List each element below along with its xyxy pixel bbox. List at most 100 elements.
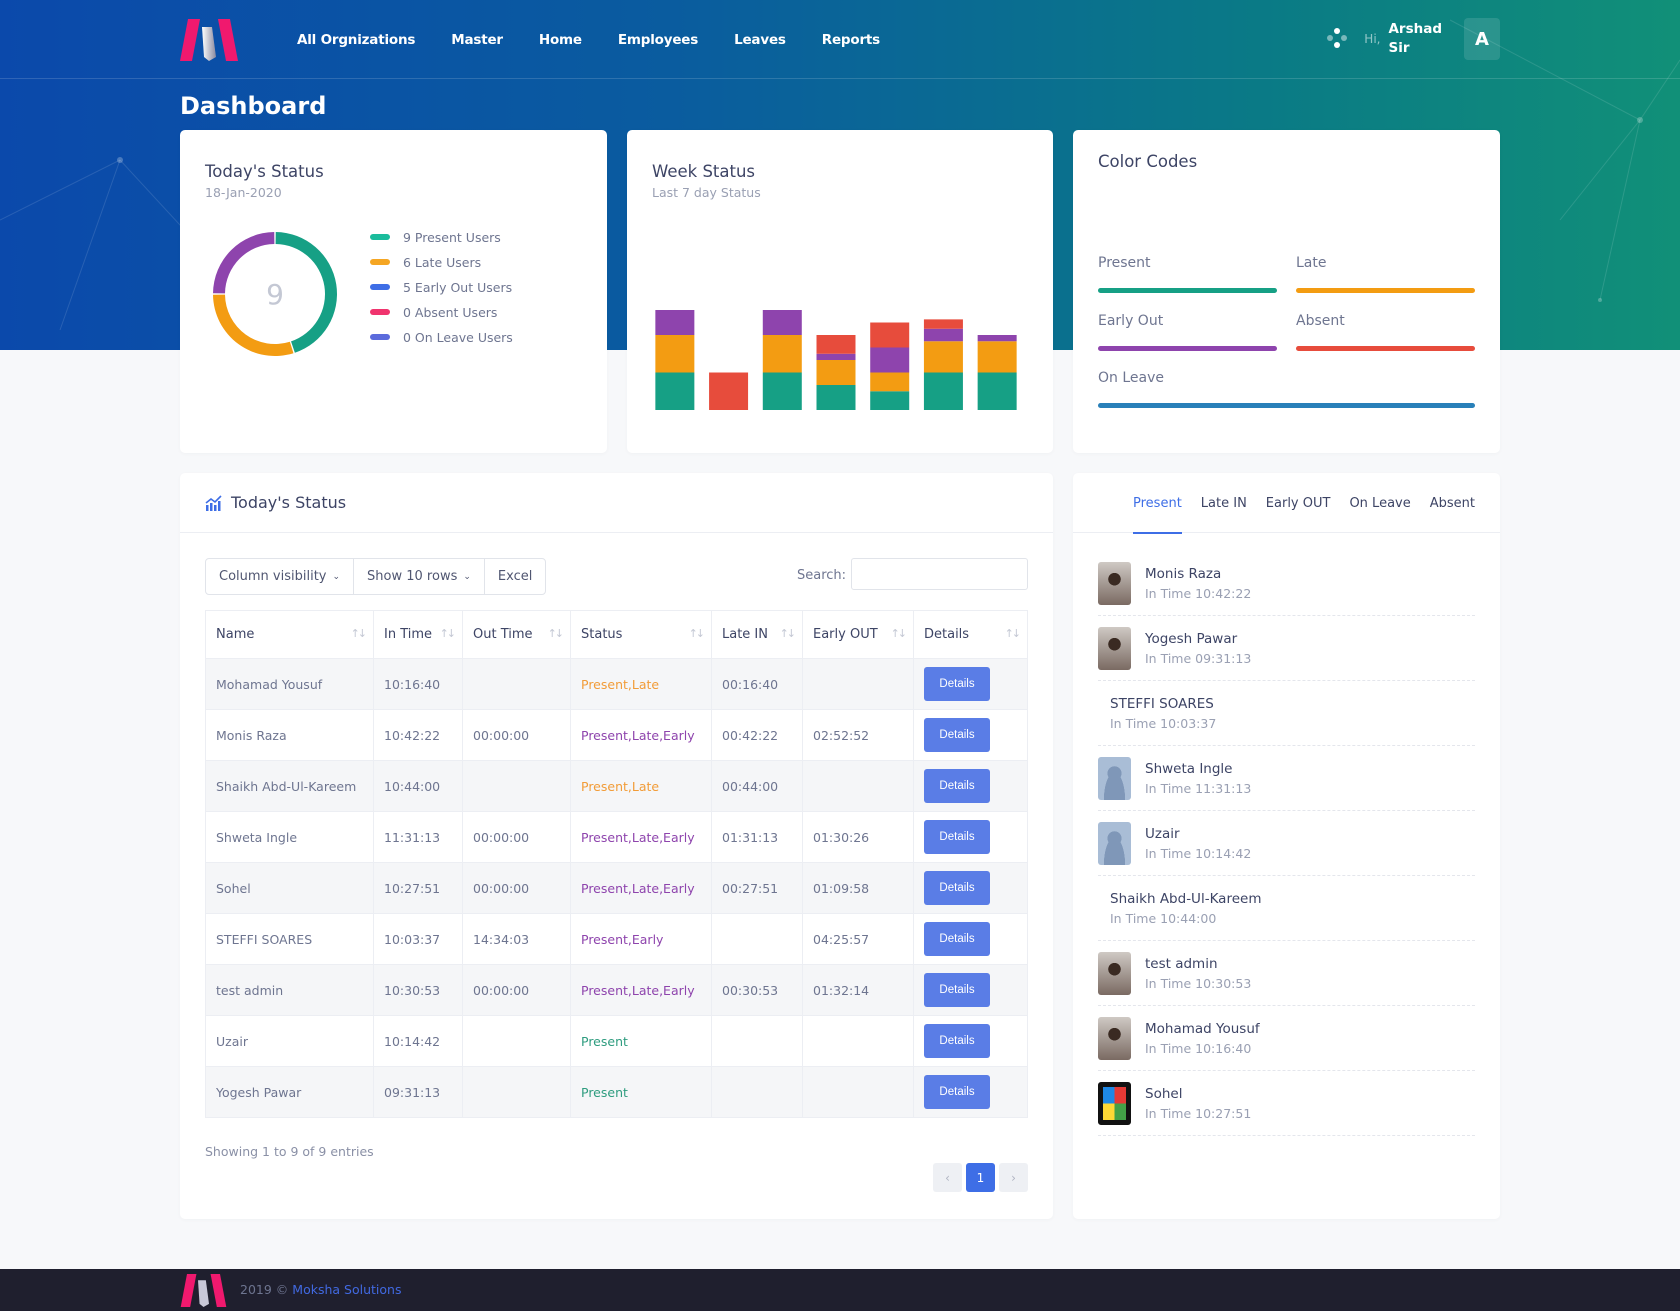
excel-export-button[interactable]: Excel — [485, 559, 545, 594]
list-item[interactable]: Sohel In Time 10:27:51 — [1098, 1071, 1475, 1136]
moksha-logo[interactable] — [180, 19, 238, 61]
person-name: Shaikh Abd-Ul-Kareem — [1110, 890, 1262, 907]
legend-item-absent: 0 Absent Users — [370, 302, 513, 322]
color-code-label-on-leave: On Leave — [1098, 370, 1164, 386]
column-header-out-time[interactable]: Out Time ↑↓ — [462, 610, 571, 659]
details-button[interactable]: Details — [924, 973, 990, 1007]
person-name: Monis Raza — [1145, 565, 1222, 582]
cell-early-out — [802, 658, 914, 710]
sort-icon[interactable]: ↑↓ — [440, 627, 457, 640]
column-header-in-time[interactable]: In Time ↑↓ — [373, 610, 463, 659]
person-info: Shweta Ingle In Time 11:31:13 — [1145, 761, 1251, 796]
cell-name: Shaikh Abd-Ul-Kareem — [205, 760, 374, 812]
list-item[interactable]: Yogesh Pawar In Time 09:31:13 — [1098, 616, 1475, 681]
tab-absent[interactable]: Absent — [1430, 473, 1475, 533]
details-button[interactable]: Details — [924, 1024, 990, 1058]
apps-grid-icon[interactable] — [1326, 28, 1348, 50]
details-button[interactable]: Details — [924, 718, 990, 752]
cell-status: Present,Late,Early — [570, 811, 712, 863]
sort-icon[interactable]: ↑↓ — [1005, 627, 1022, 640]
tab-early-out[interactable]: Early OUT — [1266, 473, 1331, 533]
donut-center-value: 9 — [266, 278, 284, 311]
search-input[interactable] — [851, 558, 1028, 590]
nav-leaves[interactable]: Leaves — [734, 32, 786, 48]
details-button[interactable]: Details — [924, 871, 990, 905]
week-status-bar-chart — [655, 310, 1017, 410]
column-header-late-in[interactable]: Late IN ↑↓ — [711, 610, 803, 659]
bar-segment-late — [816, 360, 856, 385]
details-button[interactable]: Details — [924, 769, 990, 803]
tab-on-leave[interactable]: On Leave — [1349, 473, 1410, 533]
cell-out-time: 14:34:03 — [462, 913, 571, 965]
next-page-button[interactable]: › — [999, 1163, 1028, 1192]
cell-out-time: 00:00:00 — [462, 811, 571, 863]
legend-label: 6 Late Users — [403, 254, 482, 270]
user-avatar[interactable]: A — [1464, 18, 1500, 60]
header-label: Details — [924, 627, 970, 642]
color-code-bar-present — [1098, 288, 1277, 293]
cell-early-out: 01:09:58 — [802, 862, 914, 914]
chevron-left-icon: ‹ — [945, 1170, 950, 1185]
color-codes-card: Color Codes Present Late Early Out Absen… — [1073, 130, 1500, 453]
card-header: Today's Status — [180, 473, 1053, 533]
company-link[interactable]: Moksha Solutions — [292, 1282, 401, 1297]
list-item[interactable]: Uzair In Time 10:14:42 — [1098, 811, 1475, 876]
table-row: STEFFI SOARES 10:03:37 14:34:03 Present,Ear… — [205, 913, 1028, 965]
card-title: Today's Status — [205, 162, 324, 181]
table-info: Showing 1 to 9 of 9 entries — [205, 1144, 374, 1159]
sort-icon[interactable]: ↑↓ — [891, 627, 908, 640]
color-code-label-absent: Absent — [1296, 313, 1345, 329]
bar-segment-present — [816, 385, 856, 410]
details-button[interactable]: Details — [924, 667, 990, 701]
legend-swatch — [370, 234, 390, 240]
details-button[interactable]: Details — [924, 820, 990, 854]
list-item[interactable]: Shweta Ingle In Time 11:31:13 — [1098, 746, 1475, 811]
column-header-details[interactable]: Details ↑↓ — [913, 610, 1028, 659]
details-button[interactable]: Details — [924, 922, 990, 956]
attendance-tabs: Present Late IN Early OUT On Leave Absen… — [1073, 473, 1500, 534]
list-item[interactable]: Mohamad Yousuf In Time 10:16:40 — [1098, 1006, 1475, 1071]
details-button[interactable]: Details — [924, 1075, 990, 1109]
list-item[interactable]: STEFFI SOARES In Time 10:03:37 — [1098, 681, 1475, 746]
sort-icon[interactable]: ↑↓ — [689, 627, 706, 640]
header-label: Name — [216, 627, 255, 642]
header-label: In Time — [384, 627, 433, 642]
cell-out-time: 00:00:00 — [462, 964, 571, 1016]
nav-master[interactable]: Master — [451, 32, 503, 48]
cell-name: Yogesh Pawar — [205, 1066, 374, 1118]
nav-reports[interactable]: Reports — [822, 32, 880, 48]
previous-page-button[interactable]: ‹ — [933, 1163, 962, 1192]
avatar-logo — [1098, 1081, 1131, 1125]
color-code-bar-on-leave — [1098, 403, 1475, 408]
tab-late-in[interactable]: Late IN — [1201, 473, 1247, 533]
nav-home[interactable]: Home — [539, 32, 582, 48]
sort-icon[interactable]: ↑↓ — [548, 627, 565, 640]
sort-icon[interactable]: ↑↓ — [351, 627, 368, 640]
cell-out-time: 00:00:00 — [462, 862, 571, 914]
column-visibility-button[interactable]: Column visibility ⌄ — [206, 559, 355, 594]
list-item[interactable]: Shaikh Abd-Ul-Kareem In Time 10:44:00 — [1098, 876, 1475, 941]
today-status-donut-chart: 9 — [213, 232, 337, 356]
cell-late-in: 00:27:51 — [711, 862, 803, 914]
column-header-status[interactable]: Status ↑↓ — [570, 610, 712, 659]
bar-segment-late — [977, 341, 1017, 373]
column-header-name[interactable]: Name ↑↓ — [205, 610, 374, 659]
nav-all-organizations[interactable]: All Orgnizations — [297, 32, 415, 48]
nav-employees[interactable]: Employees — [618, 32, 698, 48]
person-in-time: In Time 10:42:22 — [1145, 585, 1252, 601]
sort-icon[interactable]: ↑↓ — [780, 627, 797, 640]
cell-out-time — [462, 1015, 571, 1067]
page-button-current[interactable]: 1 — [966, 1163, 995, 1192]
list-item[interactable]: test admin In Time 10:30:53 — [1098, 941, 1475, 1006]
person-info: Shaikh Abd-Ul-Kareem In Time 10:44:00 — [1110, 891, 1261, 926]
user-menu[interactable]: Hi, Arshad Sir A — [1326, 18, 1500, 60]
legend-item-early-out: 5 Early Out Users — [370, 277, 513, 297]
show-rows-button[interactable]: Show 10 rows ⌄ — [354, 559, 485, 594]
card-title: Today's Status — [231, 493, 347, 512]
person-name: Shweta Ingle — [1145, 760, 1233, 777]
tab-present[interactable]: Present — [1133, 473, 1182, 534]
list-item[interactable]: Monis Raza In Time 10:42:22 — [1098, 551, 1475, 616]
chevron-right-icon: › — [1011, 1170, 1016, 1185]
table-row: test admin 10:30:53 00:00:00 Present,Late,E… — [205, 964, 1028, 1016]
column-header-early-out[interactable]: Early OUT ↑↓ — [802, 610, 914, 659]
